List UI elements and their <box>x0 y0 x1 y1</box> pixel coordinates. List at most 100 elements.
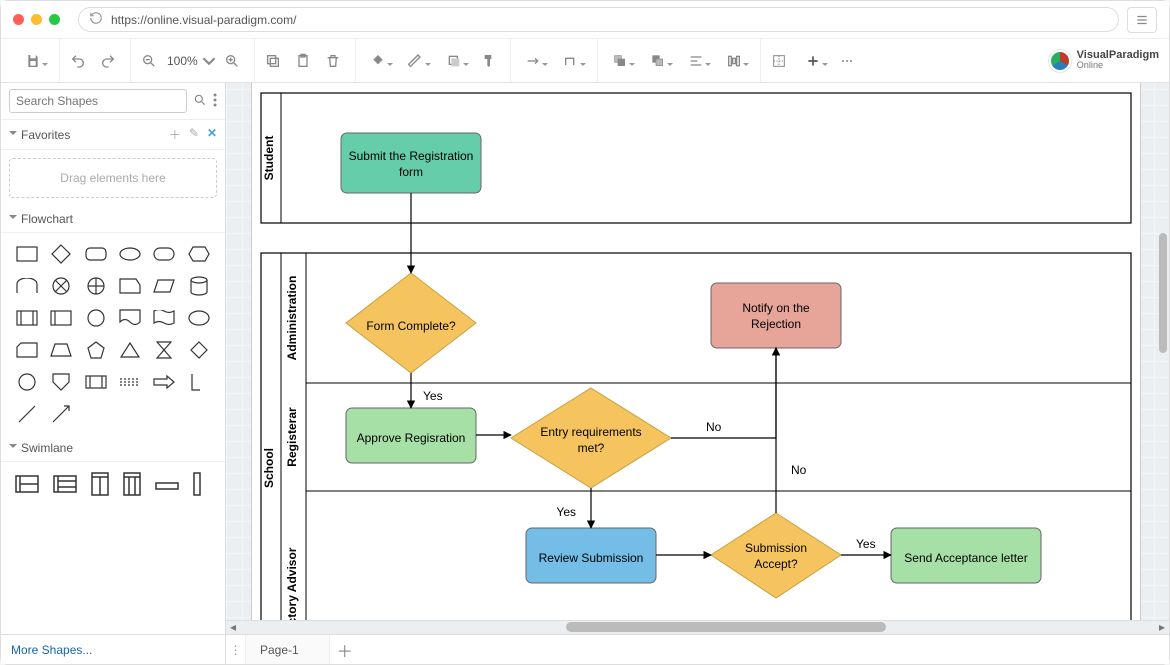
shape-lane-h[interactable] <box>155 479 179 493</box>
grid-toggle-button[interactable] <box>765 47 793 75</box>
reload-icon[interactable] <box>89 11 103 28</box>
add-favorite-icon[interactable]: ＋ <box>169 126 181 143</box>
shape-triangle[interactable] <box>118 339 142 361</box>
svg-text:Approve Regisration: Approve Regisration <box>357 431 466 445</box>
delete-button[interactable] <box>319 47 347 75</box>
shape-pool-h[interactable] <box>15 475 39 496</box>
flowchart-panel-header[interactable]: Flowchart <box>1 206 225 233</box>
search-input[interactable] <box>9 89 187 113</box>
save-button[interactable] <box>15 47 51 75</box>
edit-favorite-icon[interactable]: ✎ <box>189 126 199 143</box>
close-favorites-icon[interactable]: ✕ <box>207 126 217 143</box>
line-color-button[interactable] <box>398 47 434 75</box>
shape-pentagon[interactable] <box>84 339 108 361</box>
shape-cylinder[interactable] <box>187 275 211 297</box>
shape-striped[interactable] <box>84 371 108 393</box>
shape-circle2[interactable] <box>15 371 39 393</box>
node-sub-accept[interactable]: Submission Accept? <box>711 513 841 598</box>
shape-card[interactable] <box>15 339 39 361</box>
shape-stadium[interactable] <box>152 243 176 265</box>
to-back-button[interactable] <box>640 47 676 75</box>
fill-color-button[interactable] <box>360 47 396 75</box>
edge-entry-no[interactable] <box>671 348 776 438</box>
copy-button[interactable] <box>259 47 287 75</box>
shape-ellipse-small[interactable] <box>118 243 142 265</box>
insert-button[interactable] <box>795 47 831 75</box>
scroll-left-button[interactable]: ◂ <box>226 620 240 634</box>
zoom-out-button[interactable] <box>135 47 163 75</box>
shape-rounded-rect[interactable] <box>84 243 108 265</box>
node-review[interactable]: Review Submission <box>526 528 656 583</box>
maximize-window-button[interactable] <box>49 14 60 25</box>
sidebar-menu-icon[interactable] <box>213 93 217 110</box>
favorites-dropzone[interactable]: Drag elements here <box>9 158 217 198</box>
shadow-button[interactable] <box>436 47 472 75</box>
canvas[interactable]: Student School Administration Registerar… <box>226 83 1169 634</box>
node-notify-rejection[interactable]: Notify on the Rejection <box>711 283 841 348</box>
to-front-button[interactable] <box>602 47 638 75</box>
shape-arrow-right[interactable] <box>152 371 176 393</box>
horizontal-scrollbar-track[interactable]: ◂ ▸ <box>226 620 1169 634</box>
shape-circle[interactable] <box>84 307 108 329</box>
tabbar-grip[interactable]: ⋮ <box>226 635 246 664</box>
shape-cap[interactable] <box>15 275 39 297</box>
node-approve[interactable]: Approve Regisration <box>346 408 476 463</box>
zoom-level[interactable]: 100% <box>165 54 200 68</box>
minimize-window-button[interactable] <box>31 14 42 25</box>
swimlane-panel-header[interactable]: Swimlane <box>1 435 225 462</box>
waypoint-style-button[interactable] <box>553 47 589 75</box>
node-submit[interactable]: Submit the Registration form <box>341 133 481 193</box>
svg-text:Form Complete?: Form Complete? <box>366 319 456 333</box>
shape-ellipse[interactable] <box>187 307 211 329</box>
shape-pool-h2[interactable] <box>53 475 77 496</box>
shape-hexagon[interactable] <box>187 243 211 265</box>
shape-diamond2[interactable] <box>187 339 211 361</box>
align-button[interactable] <box>678 47 714 75</box>
tab-page-1[interactable]: Page-1 <box>246 635 330 664</box>
shape-tab[interactable] <box>118 275 142 297</box>
redo-button[interactable] <box>94 47 122 75</box>
zoom-in-button[interactable] <box>218 47 246 75</box>
node-entry-req[interactable]: Entry requirements met? <box>511 388 671 488</box>
connector-style-button[interactable] <box>515 47 551 75</box>
paste-button[interactable] <box>289 47 317 75</box>
address-bar[interactable]: https://online.visual-paradigm.com/ <box>78 7 1119 32</box>
shape-bracket[interactable] <box>187 371 211 393</box>
undo-button[interactable] <box>64 47 92 75</box>
node-form-complete[interactable]: Form Complete? <box>346 273 476 373</box>
shape-subprocess[interactable] <box>15 307 39 329</box>
scroll-right-button[interactable]: ▸ <box>1155 620 1169 634</box>
distribute-button[interactable] <box>716 47 752 75</box>
zoom-dropdown[interactable] <box>202 47 216 75</box>
shape-parallelogram[interactable] <box>152 275 176 297</box>
shape-document[interactable] <box>118 307 142 329</box>
shape-pool-v[interactable] <box>91 472 109 499</box>
shape-lane-v[interactable] <box>193 472 201 499</box>
shape-flag[interactable] <box>152 307 176 329</box>
shape-diamond[interactable] <box>49 243 73 265</box>
node-send-acceptance[interactable]: Send Acceptance letter <box>891 528 1041 583</box>
shape-keyed[interactable] <box>49 307 73 329</box>
add-page-button[interactable]: ＋ <box>330 635 360 664</box>
vertical-scrollbar[interactable] <box>1159 233 1167 353</box>
favorites-panel-header[interactable]: Favorites ＋ ✎ ✕ <box>1 120 225 150</box>
browser-menu-button[interactable] <box>1127 7 1157 33</box>
shape-circle-x[interactable] <box>49 275 73 297</box>
shape-sidebar: Favorites ＋ ✎ ✕ Drag elements here Flowc… <box>1 83 226 634</box>
shape-arrow-line[interactable] <box>49 403 73 425</box>
horizontal-scrollbar-thumb[interactable] <box>566 622 886 632</box>
shape-line[interactable] <box>15 403 39 425</box>
shape-circle-plus[interactable] <box>84 275 108 297</box>
drawing-page[interactable]: Student School Administration Registerar… <box>251 83 1141 634</box>
shape-tape[interactable] <box>118 371 142 393</box>
shape-hourglass[interactable] <box>152 339 176 361</box>
shape-trapezoid[interactable] <box>49 339 73 361</box>
more-button[interactable] <box>833 47 861 75</box>
close-window-button[interactable] <box>13 14 24 25</box>
shape-rectangle[interactable] <box>15 243 39 265</box>
more-shapes-link[interactable]: More Shapes... <box>1 635 226 664</box>
shape-shield[interactable] <box>49 371 73 393</box>
format-paint-button[interactable] <box>474 47 502 75</box>
search-icon[interactable] <box>193 93 207 110</box>
shape-pool-v2[interactable] <box>123 472 141 499</box>
